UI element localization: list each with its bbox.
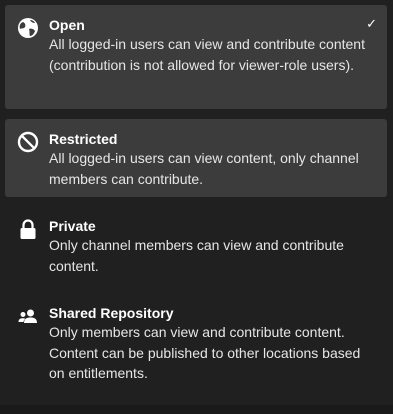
globe-icon [17,17,39,39]
option-shared-repository-description: Only members can view and contribute con… [49,324,361,381]
option-restricted-title: Restricted [49,131,118,147]
option-shared-repository[interactable]: Shared Repository Only members can view … [5,293,387,393]
option-shared-repository-text: Shared Repository Only members can view … [49,304,373,384]
option-shared-repository-title: Shared Repository [49,305,174,321]
option-private-title: Private [49,218,96,234]
restricted-icon [17,131,39,153]
option-open-title: Open [49,17,85,33]
option-private[interactable]: Private Only channel members can view an… [5,206,387,284]
shared-users-icon [17,305,39,327]
option-restricted-text: Restricted All logged-in users can view … [49,130,373,189]
option-restricted[interactable]: Restricted All logged-in users can view … [5,119,387,197]
option-restricted-description: All logged-in users can view content, on… [49,150,359,187]
option-private-description: Only channel members can view and contri… [49,237,344,274]
menu-bottom-edge [0,405,393,414]
option-private-text: Private Only channel members can view an… [49,217,373,276]
option-open-text: Open All logged-in users can view and co… [49,16,373,75]
access-level-menu: Open All logged-in users can view and co… [0,0,393,414]
option-open[interactable]: Open All logged-in users can view and co… [5,5,387,109]
checkmark-icon: ✓ [366,16,377,31]
lock-icon [17,218,39,240]
option-open-description: All logged-in users can view and contrib… [49,36,365,73]
